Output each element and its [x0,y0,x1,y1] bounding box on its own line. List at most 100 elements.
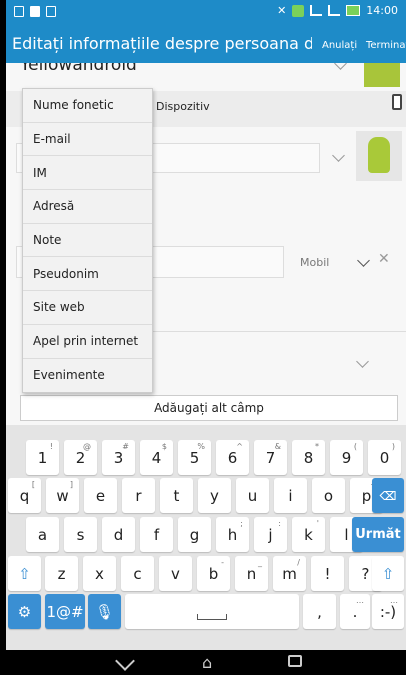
phone-type-label[interactable]: Mobil [300,256,329,269]
gear-icon: ⚙ [17,602,32,621]
shift-icon: ⇧ [381,564,395,583]
signal-icon [310,5,323,16]
page-title: Editați informațiile despre persoana din… [12,34,312,53]
key-f[interactable]: f [140,517,173,552]
recent-apps-icon[interactable] [288,655,302,667]
key-9[interactable]: 9( [330,440,363,475]
key-5[interactable]: 5% [178,440,211,475]
key-n-alt-label: _ [258,558,262,567]
key-w-label: w [56,486,69,505]
key-u-label: u [247,486,258,505]
key-c[interactable]: c [121,556,154,591]
key-b[interactable]: b- [197,556,230,591]
key-r-label: r [135,486,142,505]
key-h[interactable]: h; [216,517,249,552]
key-2[interactable]: 2 @ [64,440,97,475]
key-v[interactable]: v [159,556,192,591]
key-d[interactable]: d [102,517,135,552]
key-i[interactable]: i [274,478,307,513]
symbols-key-label: 1@# [46,602,84,621]
comma-key-label: , [317,602,322,621]
name-field[interactable]: Yellowandroid [20,63,137,75]
key-w[interactable]: w] [46,478,79,513]
voice-key[interactable]: 🎙 [88,594,121,629]
sim-icon [292,4,305,17]
key-t[interactable]: t [160,478,193,513]
menu-item-address[interactable]: Adresă [23,190,152,224]
next-key-label: Următ [355,527,401,542]
menu-item-internet-call[interactable]: Apel prin internet [23,325,152,359]
space-key[interactable] [125,594,299,629]
chevron-down-icon[interactable] [332,149,345,162]
key-x[interactable]: x [83,556,116,591]
smiley-key[interactable]: :-)… [372,594,404,629]
menu-item-notes[interactable]: Note [23,224,152,258]
key-y-label: y [210,486,219,505]
key-p-label: p [361,486,372,505]
contact-photo[interactable] [356,131,402,181]
key-q[interactable]: q[ [8,478,41,513]
key-u[interactable]: u [236,478,269,513]
key-j[interactable]: j: [254,517,287,552]
key-7[interactable]: 7 & [254,440,287,475]
menu-item-nickname[interactable]: Pseudonim [23,257,152,292]
key-e[interactable]: e [84,478,117,513]
key-a[interactable]: a [26,517,59,552]
key-n[interactable]: n _ [235,556,268,591]
key-0[interactable]: 0) [368,440,401,475]
key-k[interactable]: k ' [292,517,325,552]
shift-right-key[interactable]: ⇧ [372,556,404,591]
next-key[interactable]: Următ [352,517,404,552]
key-7-alt-label: & [274,442,281,451]
key-4-label: 4 [151,448,162,467]
key-1[interactable]: 1! [26,440,59,475]
key-o[interactable]: o [312,478,345,513]
backspace-key[interactable]: ⌫ [372,478,404,513]
key-9-label: 9 [341,448,352,467]
key-z[interactable]: z [45,556,78,591]
key-m[interactable]: m / [273,556,306,591]
key-9-alt-label: ( [353,442,357,451]
chevron-down-icon[interactable] [334,63,347,70]
key-z-label: z [57,564,66,583]
key-q-label: q [19,486,30,505]
period-key[interactable]: .… [340,594,370,629]
space-icon [197,613,227,620]
key-4[interactable]: 4 $ [140,440,173,475]
key-h-label: h [227,525,238,544]
key-exclaim[interactable]: ! [311,556,344,591]
add-field-menu: Nume fonetic E-mail IM Adresă Note Pseud… [22,88,153,394]
key-m-alt-label: / [297,558,300,567]
back-icon[interactable] [115,651,135,671]
menu-item-events[interactable]: Evenimente [23,359,152,393]
key-s[interactable]: s [64,517,97,552]
screenshot-icon [30,6,40,17]
smiley-key-alt-label: … [390,596,398,605]
key-8[interactable]: 8 * [292,440,325,475]
period-key-label: . [352,602,358,621]
comma-key[interactable]: , [303,594,336,629]
chevron-down-icon[interactable] [357,254,370,267]
settings-key[interactable]: ⚙ [8,594,41,629]
symbols-key[interactable]: 1@# [45,594,85,629]
key-x-label: x [95,564,104,583]
add-field-button[interactable]: Adăugați alt câmp [20,395,398,421]
key-3[interactable]: 3 # [102,440,135,475]
done-button[interactable]: Terminat [366,40,406,51]
remove-field-icon[interactable]: ✕ [378,251,390,267]
chevron-down-icon[interactable] [356,355,369,368]
menu-item-website[interactable]: Site web [23,291,152,325]
key-r[interactable]: r [122,478,155,513]
key-0-label: 0 [379,448,390,467]
key-v-label: v [171,564,180,583]
key-y[interactable]: y [198,478,231,513]
menu-item-phonetic-name[interactable]: Nume fonetic [23,89,152,123]
menu-item-im[interactable]: IM [23,156,152,191]
shift-left-key[interactable]: ⇧ [8,556,41,591]
cancel-button[interactable]: Anulați [322,40,357,51]
key-g[interactable]: g [178,517,211,552]
key-b-label: b [208,564,219,583]
home-icon[interactable]: ⌂ [202,653,212,672]
key-6[interactable]: 6 ^ [216,440,249,475]
menu-item-email[interactable]: E-mail [23,123,152,157]
